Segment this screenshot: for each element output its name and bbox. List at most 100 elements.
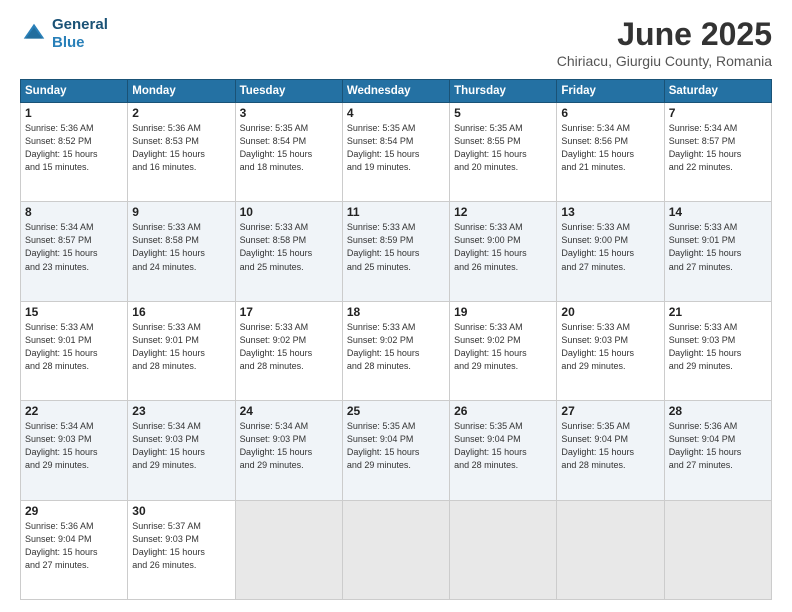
day-number: 26 [454,404,552,418]
day-number: 3 [240,106,338,120]
day-info: Sunrise: 5:34 AM Sunset: 9:03 PM Dayligh… [240,420,338,472]
table-row: 1 Sunrise: 5:36 AM Sunset: 8:52 PM Daylig… [21,103,128,202]
day-number: 29 [25,504,123,518]
table-row [342,500,449,599]
day-info: Sunrise: 5:33 AM Sunset: 9:01 PM Dayligh… [25,321,123,373]
title-block: June 2025 Chiriacu, Giurgiu County, Roma… [557,16,772,69]
logo-line2: Blue [52,34,108,52]
day-number: 11 [347,205,445,219]
table-row: 4 Sunrise: 5:35 AM Sunset: 8:54 PM Daylig… [342,103,449,202]
month-title: June 2025 [557,16,772,53]
day-info: Sunrise: 5:33 AM Sunset: 9:01 PM Dayligh… [669,221,767,273]
calendar-row: 15 Sunrise: 5:33 AM Sunset: 9:01 PM Dayli… [21,301,772,400]
day-number: 10 [240,205,338,219]
day-number: 4 [347,106,445,120]
day-info: Sunrise: 5:33 AM Sunset: 8:58 PM Dayligh… [240,221,338,273]
day-number: 24 [240,404,338,418]
day-info: Sunrise: 5:34 AM Sunset: 9:03 PM Dayligh… [25,420,123,472]
table-row: 27 Sunrise: 5:35 AM Sunset: 9:04 PM Dayli… [557,401,664,500]
table-row: 18Sunrise: 5:33 AM Sunset: 9:02 PM Dayli… [342,301,449,400]
header-wednesday: Wednesday [342,80,449,103]
day-info: Sunrise: 5:33 AM Sunset: 8:59 PM Dayligh… [347,221,445,273]
day-info: Sunrise: 5:36 AM Sunset: 8:53 PM Dayligh… [132,122,230,174]
table-row: 5 Sunrise: 5:35 AM Sunset: 8:55 PM Daylig… [450,103,557,202]
table-row [664,500,771,599]
day-number: 15 [25,305,123,319]
header-friday: Friday [557,80,664,103]
day-number: 16 [132,305,230,319]
calendar-row: 8 Sunrise: 5:34 AM Sunset: 8:57 PM Daylig… [21,202,772,301]
header-saturday: Saturday [664,80,771,103]
day-info: Sunrise: 5:35 AM Sunset: 8:55 PM Dayligh… [454,122,552,174]
table-row: 19 Sunrise: 5:33 AM Sunset: 9:02 PM Dayli… [450,301,557,400]
table-row [557,500,664,599]
day-info: Sunrise: 5:35 AM Sunset: 8:54 PM Dayligh… [240,122,338,174]
table-row: 2 Sunrise: 5:36 AM Sunset: 8:53 PM Daylig… [128,103,235,202]
header-row: Sunday Monday Tuesday Wednesday Thursday… [21,80,772,103]
day-number: 5 [454,106,552,120]
day-number: 20 [561,305,659,319]
day-number: 28 [669,404,767,418]
logo-line1: General [52,16,108,34]
day-info: Sunrise: 5:36 AM Sunset: 8:52 PM Dayligh… [25,122,123,174]
table-row: 30 Sunrise: 5:37 AM Sunset: 9:03 PM Dayli… [128,500,235,599]
table-row: 11 Sunrise: 5:33 AM Sunset: 8:59 PM Dayli… [342,202,449,301]
table-row [235,500,342,599]
table-row: 28 Sunrise: 5:36 AM Sunset: 9:04 PM Dayli… [664,401,771,500]
day-info: Sunrise: 5:33 AM Sunset: 8:58 PM Dayligh… [132,221,230,273]
logo-icon [20,20,48,48]
table-row: 14 Sunrise: 5:33 AM Sunset: 9:01 PM Dayli… [664,202,771,301]
day-info: Sunrise: 5:36 AM Sunset: 9:04 PM Dayligh… [669,420,767,472]
day-number: 18 [347,305,445,319]
page-header: General Blue June 2025 Chiriacu, Giurgiu… [20,16,772,69]
day-number: 8 [25,205,123,219]
day-info: Sunrise: 5:33 AM Sunset: 9:02 PM Dayligh… [240,321,338,373]
day-info: Sunrise: 5:33 AM Sunset: 9:01 PM Dayligh… [132,321,230,373]
table-row: 15 Sunrise: 5:33 AM Sunset: 9:01 PM Dayli… [21,301,128,400]
header-sunday: Sunday [21,80,128,103]
calendar-row: 1 Sunrise: 5:36 AM Sunset: 8:52 PM Daylig… [21,103,772,202]
day-number: 17 [240,305,338,319]
day-info: Sunrise: 5:33 AM Sunset: 9:02 PM Dayligh… [454,321,552,373]
day-info: Sunrise: 5:34 AM Sunset: 8:57 PM Dayligh… [669,122,767,174]
day-number: 9 [132,205,230,219]
day-number: 6 [561,106,659,120]
table-row: 12Sunrise: 5:33 AM Sunset: 9:00 PM Dayli… [450,202,557,301]
header-monday: Monday [128,80,235,103]
table-row: 6Sunrise: 5:34 AM Sunset: 8:56 PM Daylig… [557,103,664,202]
day-info: Sunrise: 5:36 AM Sunset: 9:04 PM Dayligh… [25,520,123,572]
table-row: 7Sunrise: 5:34 AM Sunset: 8:57 PM Daylig… [664,103,771,202]
table-row: 13 Sunrise: 5:33 AM Sunset: 9:00 PM Dayli… [557,202,664,301]
header-thursday: Thursday [450,80,557,103]
calendar-row: 29 Sunrise: 5:36 AM Sunset: 9:04 PM Dayli… [21,500,772,599]
table-row: 3 Sunrise: 5:35 AM Sunset: 8:54 PM Daylig… [235,103,342,202]
day-number: 2 [132,106,230,120]
calendar-table: Sunday Monday Tuesday Wednesday Thursday… [20,79,772,600]
table-row: 9 Sunrise: 5:33 AM Sunset: 8:58 PM Daylig… [128,202,235,301]
day-number: 30 [132,504,230,518]
day-info: Sunrise: 5:33 AM Sunset: 9:03 PM Dayligh… [669,321,767,373]
day-number: 1 [25,106,123,120]
day-info: Sunrise: 5:34 AM Sunset: 9:03 PM Dayligh… [132,420,230,472]
table-row: 22Sunrise: 5:34 AM Sunset: 9:03 PM Dayli… [21,401,128,500]
day-info: Sunrise: 5:35 AM Sunset: 9:04 PM Dayligh… [454,420,552,472]
day-info: Sunrise: 5:35 AM Sunset: 9:04 PM Dayligh… [561,420,659,472]
day-info: Sunrise: 5:35 AM Sunset: 8:54 PM Dayligh… [347,122,445,174]
calendar-page: General Blue June 2025 Chiriacu, Giurgiu… [0,0,792,612]
day-info: Sunrise: 5:33 AM Sunset: 9:00 PM Dayligh… [561,221,659,273]
table-row: 20 Sunrise: 5:33 AM Sunset: 9:03 PM Dayli… [557,301,664,400]
day-info: Sunrise: 5:35 AM Sunset: 9:04 PM Dayligh… [347,420,445,472]
calendar-row: 22Sunrise: 5:34 AM Sunset: 9:03 PM Dayli… [21,401,772,500]
day-number: 14 [669,205,767,219]
day-number: 12 [454,205,552,219]
table-row: 21Sunrise: 5:33 AM Sunset: 9:03 PM Dayli… [664,301,771,400]
day-info: Sunrise: 5:34 AM Sunset: 8:57 PM Dayligh… [25,221,123,273]
table-row: 23Sunrise: 5:34 AM Sunset: 9:03 PM Dayli… [128,401,235,500]
day-number: 13 [561,205,659,219]
logo: General Blue [20,16,108,52]
day-info: Sunrise: 5:37 AM Sunset: 9:03 PM Dayligh… [132,520,230,572]
day-number: 27 [561,404,659,418]
day-number: 19 [454,305,552,319]
day-info: Sunrise: 5:33 AM Sunset: 9:03 PM Dayligh… [561,321,659,373]
table-row: 8 Sunrise: 5:34 AM Sunset: 8:57 PM Daylig… [21,202,128,301]
